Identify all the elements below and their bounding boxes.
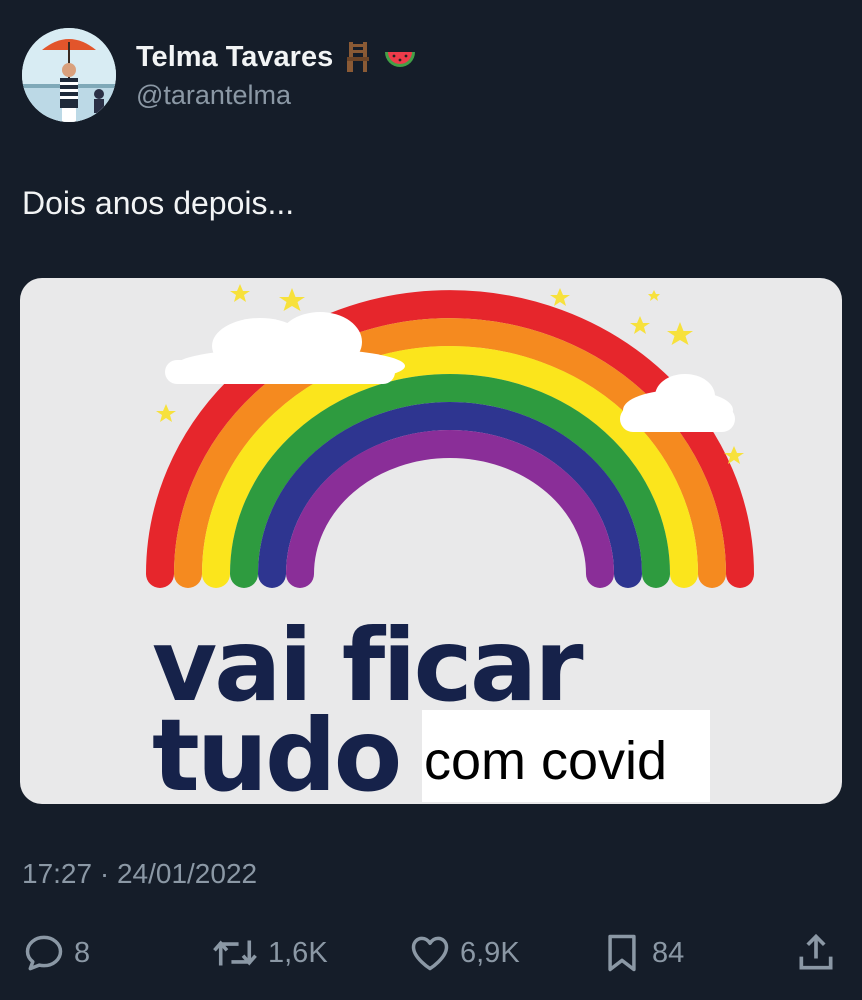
image-text-line2: tudo: [152, 697, 402, 805]
like-button[interactable]: 6,9K: [408, 925, 520, 981]
bookmark-count: 84: [652, 936, 685, 969]
avatar-image: [22, 28, 116, 122]
action-bar: 8 1,6K 6,9K 84: [0, 925, 862, 981]
like-count: 6,9K: [460, 936, 520, 969]
avatar[interactable]: [22, 28, 116, 122]
share-button[interactable]: [794, 925, 838, 981]
bookmark-button[interactable]: 84: [600, 925, 684, 981]
bookmark-icon: [608, 934, 636, 972]
author-handle[interactable]: @tarantelma: [136, 80, 291, 111]
retweet-button[interactable]: 1,6K: [210, 925, 328, 981]
tweet-text: Dois anos depois...: [22, 185, 295, 221]
tweet: Telma Tavares @tarantelma Dois anos depo…: [0, 0, 862, 1000]
tweet-media[interactable]: vai ficar tudo com covid: [20, 278, 842, 804]
tweet-timestamp[interactable]: 17:27 · 24/01/2022: [22, 858, 257, 890]
reply-count: 8: [74, 936, 91, 969]
retweet-count: 1,6K: [268, 936, 328, 969]
image-overlay-text: com covid: [424, 731, 668, 791]
author-name-text: Telma Tavares: [136, 40, 334, 73]
author-name[interactable]: Telma Tavares: [136, 40, 417, 74]
watermelon-icon: [385, 52, 416, 67]
heart-icon: [411, 936, 449, 971]
chair-icon: [347, 42, 370, 72]
reply-icon: [25, 935, 63, 971]
retweet-icon: [213, 940, 257, 966]
reply-button[interactable]: 8: [22, 925, 90, 981]
share-icon: [799, 933, 833, 970]
